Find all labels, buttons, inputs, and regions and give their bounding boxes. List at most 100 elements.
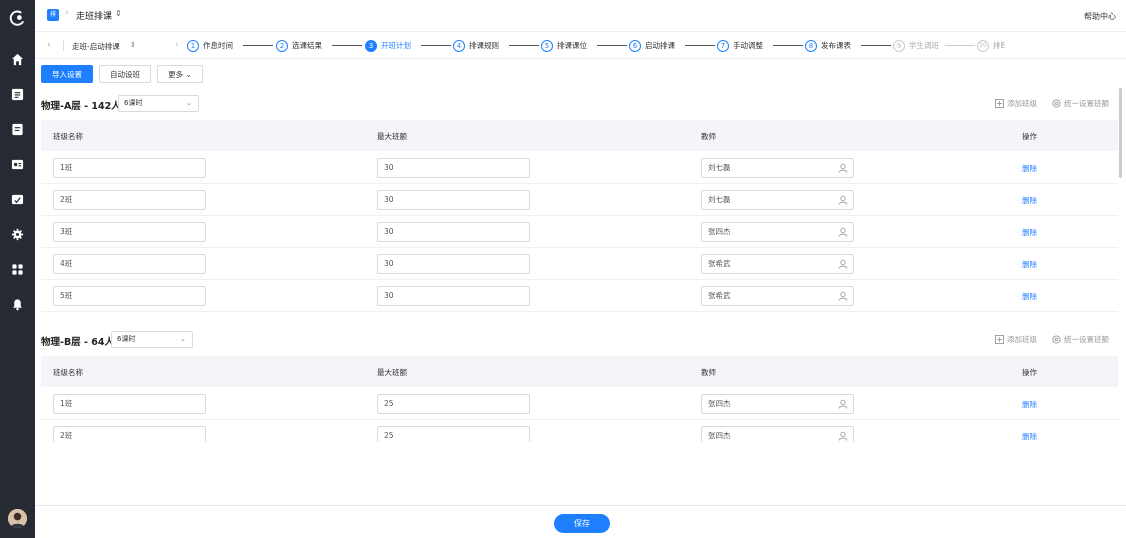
class-name-input[interactable]: 4班 [53,254,206,274]
step-8[interactable]: 8 发布课表 [805,39,851,52]
vertical-scrollbar[interactable] [1119,88,1122,178]
max-capacity-input[interactable]: 25 [377,394,530,414]
schedule-icon[interactable] [11,88,24,101]
col-actions: 操作 [1022,132,1037,141]
col-teacher: 教师 [701,368,716,377]
col-class-name: 班级名称 [53,368,83,377]
auto-create-class-button[interactable]: 自动设班 [99,65,151,83]
teacher-select[interactable]: 张四杰 [701,426,854,442]
teacher-select[interactable]: 张希武 [701,254,854,274]
steps-next-chevron-icon[interactable]: › [1001,40,1005,50]
lesson-hours-value: 6课时 [117,335,136,343]
step-number: 9 [893,39,905,52]
page-title[interactable]: 走班排课 [76,9,112,22]
chevron-down-icon: ⌄ [186,99,192,107]
delete-link[interactable]: 删除 [1022,195,1037,206]
steps-prev-chevron-icon[interactable]: ‹ [175,40,179,50]
step-9[interactable]: 9 学生调班 [893,39,939,52]
help-center-link[interactable]: 帮助中心 [1084,11,1116,22]
title-switch-caret-icon[interactable]: ⇕ [115,9,122,18]
breadcrumb-chevron-icon: › [65,8,69,18]
back-chevron-icon[interactable]: ‹ [47,40,51,50]
divider [63,40,64,51]
lesson-hours-select[interactable]: 6课时 ⌄ [118,95,199,112]
teacher-name: 张四杰 [708,227,731,236]
step-connector [509,45,539,46]
lesson-hours-select[interactable]: 6课时 ⌄ [111,331,193,348]
unify-capacity-button[interactable]: 统一设置班额 [1052,334,1109,345]
col-actions: 操作 [1022,368,1037,377]
class-name-input[interactable]: 1班 [53,158,206,178]
step-label: 排课课位 [557,41,587,50]
user-icon [838,291,848,301]
home-icon[interactable] [11,53,24,66]
max-capacity-input[interactable]: 30 [377,158,530,178]
step-number: 5 [541,39,553,52]
add-class-button[interactable]: 添加班级 [995,334,1037,345]
teacher-select[interactable]: 张希武 [701,286,854,306]
add-class-button[interactable]: 添加班级 [995,98,1037,109]
app-badge: 排 [47,9,59,21]
user-avatar[interactable] [8,509,27,528]
unify-capacity-button[interactable]: 统一设置班额 [1052,98,1109,109]
section-title: 物理-A层 - 142人 [41,101,121,112]
delete-link[interactable]: 删除 [1022,163,1037,174]
teacher-select[interactable]: 刘七磊 [701,158,854,178]
step-3[interactable]: 3 开班计划 [365,39,411,52]
step-1[interactable]: 1 作息时间 [187,39,233,52]
table-row: 3班 30 张四杰 删除 [41,216,1118,248]
delete-link[interactable]: 删除 [1022,227,1037,238]
import-settings-button[interactable]: 导入设置 [41,65,93,83]
report-icon[interactable] [11,193,24,206]
course-select-icon[interactable] [11,123,24,136]
step-number: 8 [805,39,817,52]
max-capacity-input[interactable]: 30 [377,222,530,242]
class-name-input[interactable]: 3班 [53,222,206,242]
task-select[interactable]: 走班-启动排课 [72,41,120,52]
teacher-select[interactable]: 张四杰 [701,222,854,242]
teacher-name: 张希武 [708,291,731,300]
more-dropdown-button[interactable]: 更多 ⌄ [157,65,203,83]
chevron-down-icon: ⌄ [180,335,186,343]
class-name-input[interactable]: 2班 [53,426,206,442]
step-2[interactable]: 2 选课结果 [276,39,322,52]
teacher-select[interactable]: 刘七磊 [701,190,854,210]
plus-square-icon [995,99,1004,108]
class-name-input[interactable]: 2班 [53,190,206,210]
app-logo[interactable] [8,9,27,28]
step-number: 10 [977,39,989,52]
col-max-capacity: 最大班额 [377,132,407,141]
table-row: 5班 30 张希武 删除 [41,280,1118,312]
step-7[interactable]: 7 手动调整 [717,39,763,52]
task-select-caret-icon[interactable]: ⇕ [130,41,136,49]
settings-circle-icon [1052,99,1061,108]
section-title: 物理-B层 - 64人 [41,337,114,348]
table-row: 1班 25 张四杰 删除 [41,388,1118,420]
bell-icon[interactable] [11,298,24,311]
unify-capacity-label: 统一设置班额 [1064,335,1109,344]
step-label: 排课规则 [469,41,499,50]
teacher-select[interactable]: 张四杰 [701,394,854,414]
footer-bar: 保存 [35,505,1126,538]
step-5[interactable]: 5 排课课位 [541,39,587,52]
col-class-name: 班级名称 [53,132,83,141]
max-capacity-input[interactable]: 30 [377,254,530,274]
delete-link[interactable]: 删除 [1022,399,1037,410]
apps-grid-icon[interactable] [11,263,24,276]
step-6[interactable]: 6 启动排课 [629,39,675,52]
step-label: 选课结果 [292,41,322,50]
teacher-name: 张希武 [708,259,731,268]
max-capacity-input[interactable]: 25 [377,426,530,442]
class-name-input[interactable]: 1班 [53,394,206,414]
step-connector [332,45,362,46]
classroom-icon[interactable] [11,158,24,171]
max-capacity-input[interactable]: 30 [377,286,530,306]
max-capacity-input[interactable]: 30 [377,190,530,210]
delete-link[interactable]: 删除 [1022,259,1037,270]
delete-link[interactable]: 删除 [1022,431,1037,442]
delete-link[interactable]: 删除 [1022,291,1037,302]
gear-icon[interactable] [11,228,24,241]
save-button[interactable]: 保存 [554,514,610,533]
class-name-input[interactable]: 5班 [53,286,206,306]
step-4[interactable]: 4 排课规则 [453,39,499,52]
